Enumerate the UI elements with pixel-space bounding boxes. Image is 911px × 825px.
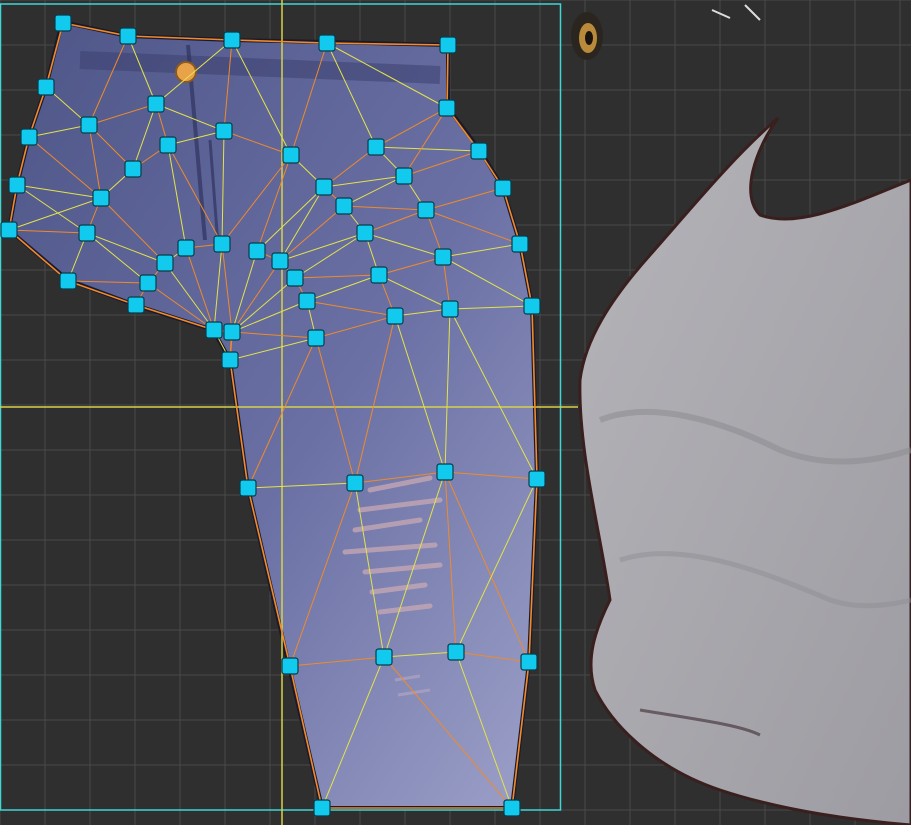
mesh-vertex-handle[interactable] [367, 138, 385, 156]
mesh-vertex-handle[interactable] [282, 146, 300, 164]
mesh-vertex-handle[interactable] [434, 248, 452, 266]
mesh-vertex-handle[interactable] [119, 27, 137, 45]
mesh-vertex-handle[interactable] [386, 307, 404, 325]
mesh-vertex-handle[interactable] [375, 648, 393, 666]
mesh-vertex-handle[interactable] [159, 136, 177, 154]
mesh-vertex-handle[interactable] [8, 176, 26, 194]
mesh-canvas[interactable] [0, 0, 911, 825]
mesh-vertex-handle[interactable] [147, 95, 165, 113]
mesh-vertex-handle[interactable] [436, 463, 454, 481]
mesh-vertex-handle[interactable] [223, 323, 241, 341]
mesh-vertex-handle[interactable] [205, 321, 223, 339]
mesh-vertex-handle[interactable] [441, 300, 459, 318]
mesh-vertex-handle[interactable] [124, 160, 142, 178]
mesh-vertex-handle[interactable] [80, 116, 98, 134]
mesh-vertex-handle[interactable] [307, 329, 325, 347]
mesh-vertex-handle[interactable] [439, 36, 457, 54]
eye-artwork [571, 4, 761, 60]
mesh-vertex-handle[interactable] [346, 474, 364, 492]
mesh-vertex-handle[interactable] [438, 99, 456, 117]
mesh-vertex-handle[interactable] [318, 34, 336, 52]
mesh-vertex-handle[interactable] [494, 179, 512, 197]
mesh-vertex-handle[interactable] [281, 657, 299, 675]
mesh-vertex-handle[interactable] [0, 221, 18, 239]
mesh-vertex-handle[interactable] [417, 201, 435, 219]
mesh-vertex-handle[interactable] [298, 292, 316, 310]
mesh-vertex-handle[interactable] [315, 178, 333, 196]
mesh-vertex-handle[interactable] [239, 479, 257, 497]
mesh-vertex-handle[interactable] [447, 643, 465, 661]
mesh-vertex-handle[interactable] [248, 242, 266, 260]
mesh-vertex-handle[interactable] [370, 266, 388, 284]
mesh-vertex-handle[interactable] [271, 252, 289, 270]
jeans-artwork [6, 19, 540, 810]
mesh-vertex-handle[interactable] [127, 296, 145, 314]
mesh-vertex-handle[interactable] [78, 224, 96, 242]
mesh-vertex-handle[interactable] [528, 470, 546, 488]
mesh-vertex-handle[interactable] [503, 799, 521, 817]
mesh-vertex-handle[interactable] [221, 351, 239, 369]
mesh-vertex-handle[interactable] [20, 128, 38, 146]
mesh-vertex-handle[interactable] [213, 235, 231, 253]
mesh-vertex-handle[interactable] [520, 653, 538, 671]
mesh-vertex-handle[interactable] [139, 274, 157, 292]
mesh-vertex-handle[interactable] [523, 297, 541, 315]
mesh-vertex-handle[interactable] [37, 78, 55, 96]
mesh-vertex-handle[interactable] [223, 31, 241, 49]
mesh-vertex-handle[interactable] [356, 224, 374, 242]
mesh-vertex-handle[interactable] [470, 142, 488, 160]
mesh-vertex-handle[interactable] [335, 197, 353, 215]
mesh-vertex-handle[interactable] [286, 269, 304, 287]
mesh-vertex-handle[interactable] [54, 14, 72, 32]
mesh-vertex-handle[interactable] [313, 799, 331, 817]
mesh-vertex-handle[interactable] [156, 254, 174, 272]
mesh-vertex-handle[interactable] [59, 272, 77, 290]
canvas-viewport[interactable] [0, 0, 911, 825]
mesh-boundary-edge [446, 44, 449, 109]
mesh-vertex-handle[interactable] [215, 122, 233, 140]
mesh-vertex-handle[interactable] [177, 239, 195, 257]
mesh-vertex-handle[interactable] [395, 167, 413, 185]
mesh-vertex-handle[interactable] [511, 235, 529, 253]
mesh-vertex-handle[interactable] [92, 189, 110, 207]
